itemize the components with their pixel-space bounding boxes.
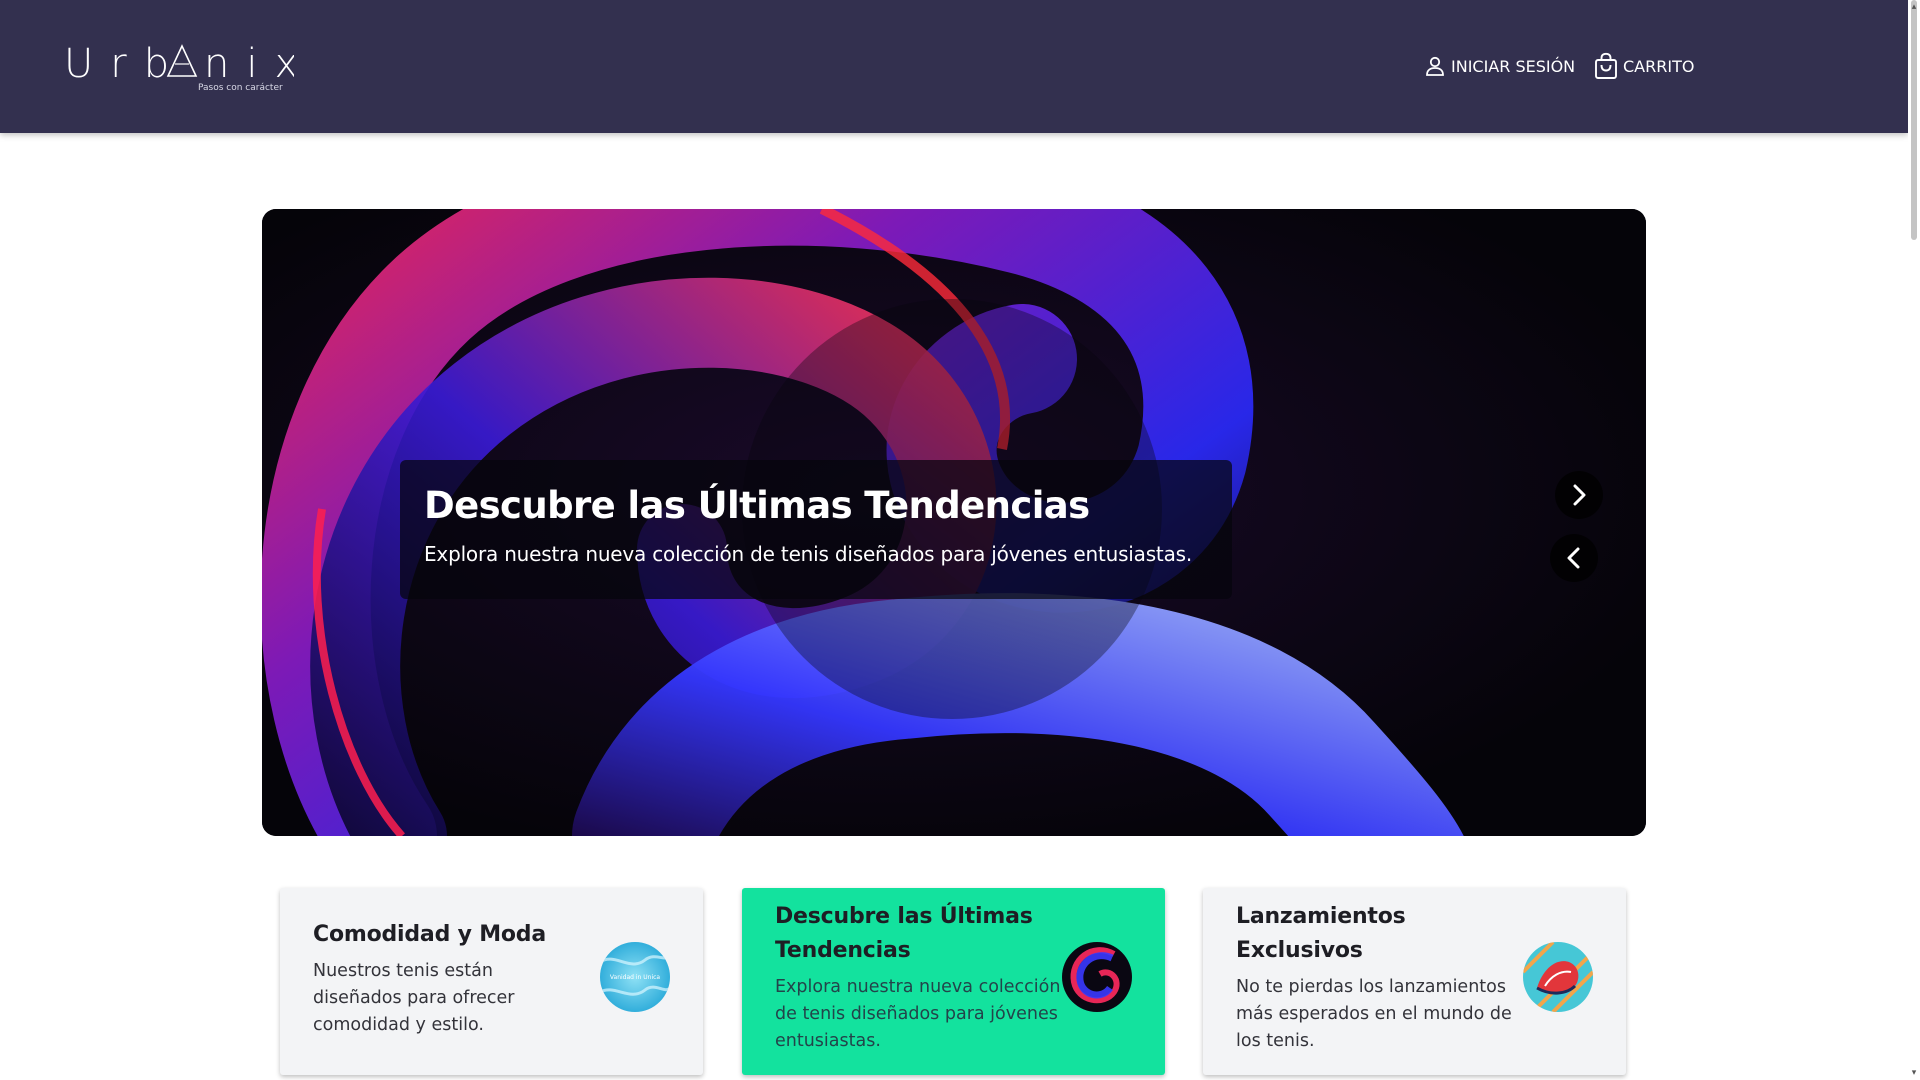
carousel-prev-button[interactable] <box>1550 534 1598 582</box>
hero-caption: Descubre las Últimas Tendencias Explora … <box>400 460 1232 599</box>
svg-text:Urb: Urb <box>64 41 186 87</box>
hero-subtitle: Explora nuestra nueva colección de tenis… <box>424 542 1193 566</box>
carousel-next-button[interactable] <box>1555 471 1603 519</box>
shopping-bag-icon <box>1595 52 1617 79</box>
card-text: Nuestros tenis están diseñados para ofre… <box>313 961 515 1035</box>
hero-carousel: Descubre las Últimas Tendencias Explora … <box>262 209 1646 836</box>
card-text: No te pierdas los lanzamientos más esper… <box>1236 977 1512 1051</box>
feature-card-trends[interactable]: Descubre las Últimas Tendencias Explora … <box>742 888 1165 1075</box>
thumbnail-text: Vanidad in Unica <box>610 974 661 981</box>
hero-title: Descubre las Últimas Tendencias <box>424 484 1090 527</box>
scroll-down-icon[interactable]: ▾ <box>1909 1068 1919 1078</box>
feature-card-comfort[interactable]: Comodidad y Moda Nuestros tenis están di… <box>280 888 703 1075</box>
chevron-left-icon <box>1567 547 1580 569</box>
scroll-up-icon[interactable]: ▴ <box>1909 2 1919 12</box>
card-text: Explora nuestra nueva colección de tenis… <box>775 977 1061 1051</box>
login-label: INICIAR SESIÓN <box>1451 56 1576 76</box>
logo-tagline: Pasos con carácter <box>198 83 283 93</box>
user-icon <box>1426 56 1444 76</box>
chevron-right-icon <box>1573 484 1586 506</box>
card-title: Descubre las Últimas Tendencias <box>775 904 1033 963</box>
scrollbar-thumb[interactable] <box>1911 0 1917 240</box>
page-scrollbar[interactable]: ▴ ▾ <box>1908 0 1920 1080</box>
site-header: Urb nix Pasos con carácter INICIAR SESIÓ… <box>0 0 1908 133</box>
card-title: Comodidad y Moda <box>313 922 546 947</box>
cart-label: CARRITO <box>1623 56 1695 76</box>
card-thumbnail <box>1523 942 1593 1012</box>
brand-logo[interactable]: Urb nix Pasos con carácter <box>64 40 298 100</box>
card-title: Lanzamientos Exclusivos <box>1236 904 1406 963</box>
feature-card-exclusive[interactable]: Lanzamientos Exclusivos No te pierdas lo… <box>1203 888 1626 1075</box>
svg-text:nix: nix <box>204 41 294 87</box>
card-thumbnail: Vanidad in Unica <box>600 942 670 1012</box>
login-link[interactable]: INICIAR SESIÓN <box>1423 52 1575 80</box>
cart-link[interactable]: CARRITO <box>1593 52 1694 80</box>
card-thumbnail <box>1062 942 1132 1012</box>
